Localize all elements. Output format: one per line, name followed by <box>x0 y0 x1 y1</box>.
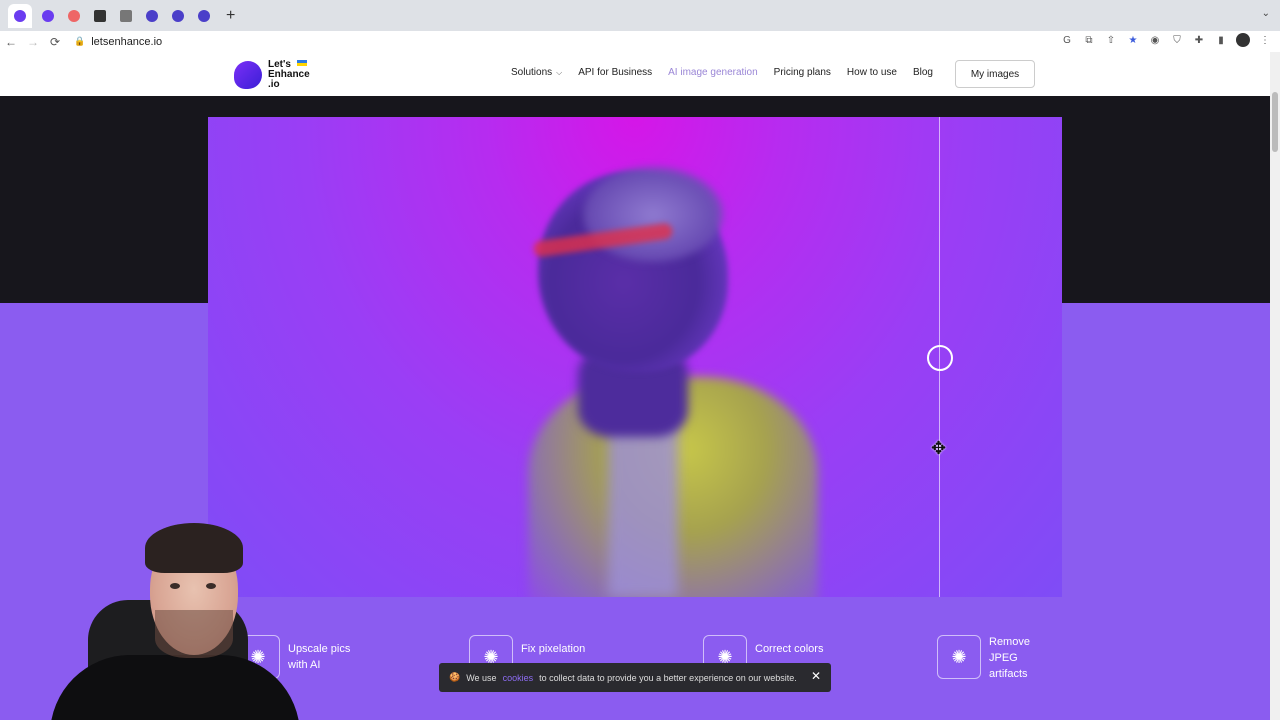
webcam-person-eye <box>206 583 216 589</box>
nav-blog[interactable]: Blog <box>913 67 933 78</box>
feature-label: Correct colors <box>755 643 824 655</box>
tab-2[interactable] <box>38 6 58 26</box>
tab-3[interactable] <box>64 6 84 26</box>
tab-8[interactable] <box>194 6 214 26</box>
shield-icon[interactable]: ⛉ <box>1170 33 1184 47</box>
nav-api[interactable]: API for Business <box>578 67 652 78</box>
puzzle-extension-icon[interactable]: ✚ <box>1192 33 1206 47</box>
feature-label: Fix pixelation <box>521 643 586 655</box>
tab-search-chevron-icon[interactable]: ⌄ <box>1262 8 1270 19</box>
nav-ai-image[interactable]: AI image generation <box>668 67 758 78</box>
cookie-message: to collect data to provide you a better … <box>539 672 797 683</box>
profile-avatar[interactable] <box>1236 33 1250 47</box>
chevron-down-icon: ⌵ <box>556 68 563 77</box>
letsenhance-favicon-icon <box>14 9 26 22</box>
url-field[interactable]: 🔒 letsenhance.io <box>74 36 162 48</box>
video-icon <box>94 9 106 22</box>
password-icon[interactable]: ◉ <box>1148 33 1162 47</box>
tab-4[interactable] <box>90 6 110 26</box>
comparison-slider-handle[interactable] <box>927 345 953 371</box>
close-icon[interactable]: ✕ <box>811 669 821 683</box>
triangle-app-icon <box>146 9 158 22</box>
feature-label: Remove JPEG artifacts <box>989 636 1030 680</box>
site-header: Let's Enhance .io Solutions ⌵ API for Bus… <box>0 52 1270 96</box>
letsenhance-favicon-icon <box>42 9 54 22</box>
move-cursor-icon: ✥ <box>931 438 947 458</box>
share-icon[interactable]: ⇧ <box>1104 33 1118 47</box>
new-tab-button[interactable]: + <box>226 7 235 25</box>
tab-6[interactable] <box>142 6 162 26</box>
address-bar: ← → ⟳ 🔒 letsenhance.io G ⧉ ⇧ ★ ◉ ⛉ ✚ ▮ ⋮ <box>0 31 1280 52</box>
scrollbar-thumb[interactable] <box>1272 92 1278 152</box>
google-icon[interactable]: G <box>1060 33 1074 47</box>
lock-icon: 🔒 <box>74 36 86 46</box>
kebab-menu-icon[interactable]: ⋮ <box>1258 33 1272 47</box>
jpeg-icon: ✺ <box>937 635 981 679</box>
main-nav: Solutions ⌵ API for Business AI image gen… <box>511 67 933 78</box>
tab-letsenhance[interactable] <box>8 3 32 28</box>
cookies-link[interactable]: cookies <box>503 673 534 683</box>
mail-icon <box>68 9 80 22</box>
forward-arrow-icon[interactable]: → <box>22 35 44 49</box>
site-logo[interactable]: Let's Enhance .io <box>234 60 312 90</box>
nav-pricing[interactable]: Pricing plans <box>774 67 831 78</box>
sidebar-icon[interactable]: ▮ <box>1214 33 1228 47</box>
triangle-app-icon <box>172 9 184 22</box>
feature-remove-jpeg: ✺ Remove JPEG artifacts <box>937 635 1030 682</box>
bookmark-star-icon[interactable]: ★ <box>1126 33 1140 47</box>
extensions-toolbar: G ⧉ ⇧ ★ ◉ ⛉ ✚ ▮ ⋮ <box>1060 33 1272 47</box>
nav-solutions-label: Solutions <box>511 67 553 78</box>
logo-blob-icon <box>234 61 262 89</box>
webcam-person-hair <box>145 523 243 573</box>
url-text: letsenhance.io <box>91 35 163 48</box>
ukraine-flag-icon <box>297 60 307 66</box>
cookie-banner: 🍪 We use cookies to collect data to prov… <box>439 663 831 692</box>
cookie-icon: 🍪 <box>449 672 461 682</box>
before-after-image-comparison[interactable]: ✥ <box>208 117 1062 597</box>
webcam-overlay <box>40 515 302 720</box>
webcam-person-eye <box>170 583 180 589</box>
webcam-person-beard <box>155 610 233 658</box>
browser-tab-bar: + ⌄ <box>0 0 1280 31</box>
pen-icon <box>120 9 132 22</box>
translate-icon[interactable]: ⧉ <box>1082 33 1096 47</box>
nav-solutions[interactable]: Solutions ⌵ <box>511 67 562 78</box>
cookie-prefix: We use <box>466 672 497 683</box>
page-scrollbar[interactable] <box>1270 52 1280 720</box>
reload-icon[interactable]: ⟳ <box>44 35 66 49</box>
back-arrow-icon[interactable]: ← <box>0 35 22 49</box>
circle-app-icon <box>198 9 210 22</box>
tab-5[interactable] <box>116 6 136 26</box>
my-images-button[interactable]: My images <box>955 60 1035 88</box>
nav-how-to[interactable]: How to use <box>847 67 897 78</box>
tab-7[interactable] <box>168 6 188 26</box>
